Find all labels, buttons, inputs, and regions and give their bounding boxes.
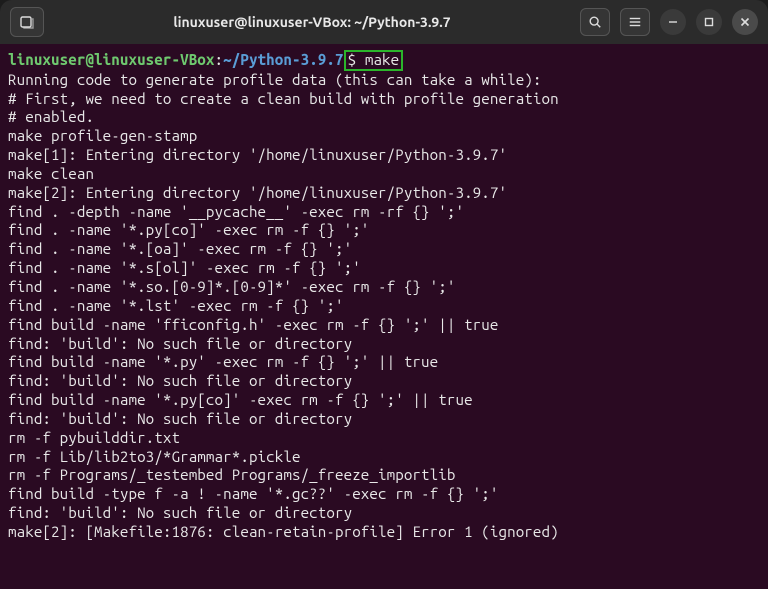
command-text: make [365, 51, 399, 68]
terminal-line: find build -name 'fficonfig.h' -exec rm … [8, 316, 499, 333]
terminal-line: find: 'build': No such file or directory [8, 335, 352, 352]
terminal-line: make[1]: Entering directory '/home/linux… [8, 146, 507, 163]
window-titlebar: linuxuser@linuxuser-VBox: ~/Python-3.9.7 [0, 0, 768, 44]
terminal-line: find . -name '*.py[co]' -exec rm -f {} '… [8, 221, 369, 238]
new-tab-button[interactable] [10, 7, 44, 37]
highlighted-command: $ make [344, 50, 404, 71]
close-button[interactable] [732, 9, 758, 35]
terminal-line: # First, we need to create a clean build… [8, 90, 559, 107]
terminal-line: make[2]: Entering directory '/home/linux… [8, 184, 507, 201]
terminal-line: find: 'build': No such file or directory [8, 504, 352, 521]
terminal-line: find . -name '*.[oa]' -exec rm -f {} ';' [8, 240, 352, 257]
hamburger-icon [628, 15, 642, 29]
search-icon [588, 15, 602, 29]
terminal-line: find build -name '*.py[co]' -exec rm -f … [8, 391, 473, 408]
terminal-line: find: 'build': No such file or directory [8, 372, 352, 389]
terminal-line: make profile-gen-stamp [8, 127, 197, 144]
maximize-button[interactable] [696, 9, 722, 35]
search-button[interactable] [580, 8, 610, 36]
terminal-line: rm -f Lib/lib2to3/*Grammar*.pickle [8, 448, 301, 465]
terminal-line: find . -name '*.lst' -exec rm -f {} ';' [8, 297, 344, 314]
terminal-output[interactable]: linuxuser@linuxuser-VBox:~/Python-3.9.7$… [0, 44, 768, 589]
terminal-line: Running code to generate profile data (t… [8, 71, 542, 88]
prompt-userhost: linuxuser@linuxuser-VBox [8, 51, 215, 68]
prompt-sep: : [215, 51, 224, 68]
minimize-button[interactable] [660, 9, 686, 35]
terminal-line: find . -depth -name '__pycache__' -exec … [8, 203, 464, 220]
terminal-line: find build -name '*.py' -exec rm -f {} '… [8, 353, 438, 370]
new-tab-icon [19, 14, 35, 30]
terminal-line: make[2]: [Makefile:1876: clean-retain-pr… [8, 523, 559, 540]
terminal-line: find build -type f -a ! -name '*.gc??' -… [8, 485, 499, 502]
terminal-line: find . -name '*.s[ol]' -exec rm -f {} ';… [8, 259, 361, 276]
window-title: linuxuser@linuxuser-VBox: ~/Python-3.9.7 [44, 14, 580, 30]
terminal-line: # enabled. [8, 108, 94, 125]
terminal-line: rm -f Programs/_testembed Programs/_free… [8, 466, 455, 483]
titlebar-right [580, 8, 758, 36]
prompt-dollar: $ [348, 51, 365, 68]
maximize-icon [704, 17, 714, 27]
terminal-line: make clean [8, 165, 94, 182]
terminal-line: find: 'build': No such file or directory [8, 410, 352, 427]
terminal-line: rm -f pybuilddir.txt [8, 429, 180, 446]
prompt-path: ~/Python-3.9.7 [223, 51, 343, 68]
terminal-line: find . -name '*.so.[0-9]*.[0-9]*' -exec … [8, 278, 455, 295]
menu-button[interactable] [620, 8, 650, 36]
titlebar-left [10, 7, 44, 37]
minimize-icon [668, 17, 678, 27]
close-icon [740, 17, 750, 27]
